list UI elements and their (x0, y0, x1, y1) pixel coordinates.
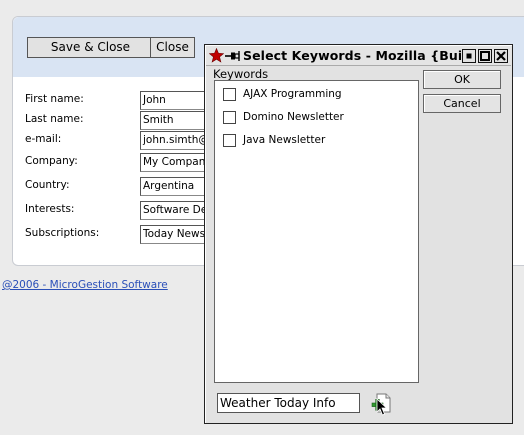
dialog-title: Select Keywords - Mozilla {Build ID: (243, 48, 461, 63)
pin-icon[interactable] (225, 50, 241, 62)
last-name-label: Last name: (25, 113, 84, 125)
keyword-label: AJAX Programming (243, 88, 342, 100)
keyword-checkbox[interactable] (223, 111, 236, 124)
keywords-label: Keywords (213, 67, 269, 81)
select-keywords-dialog: Select Keywords - Mozilla {Build ID: Key… (204, 44, 513, 424)
company-label: Company: (25, 155, 78, 167)
close-window-button[interactable] (494, 49, 508, 63)
copyright-link[interactable]: @2006 - MicroGestion Software (2, 279, 168, 291)
keyword-checkbox[interactable] (223, 88, 236, 101)
keyword-label: Domino Newsletter (243, 111, 344, 123)
dialog-titlebar[interactable]: Select Keywords - Mozilla {Build ID: (206, 46, 511, 66)
star-icon (209, 48, 224, 63)
close-button[interactable]: Close (150, 37, 195, 58)
country-label: Country: (25, 179, 70, 191)
cancel-button[interactable]: Cancel (423, 94, 501, 113)
first-name-label: First name: (25, 93, 84, 105)
subscriptions-label: Subscriptions: (25, 227, 100, 239)
keyword-checkbox[interactable] (223, 134, 236, 147)
close-icon (496, 51, 506, 61)
save-close-button[interactable]: Save & Close (27, 37, 154, 58)
interests-label: Interests: (25, 203, 75, 215)
mouse-cursor-icon (376, 398, 388, 416)
new-keyword-input[interactable]: Weather Today Info (217, 393, 360, 413)
keywords-list: AJAX Programming Domino Newsletter Java … (214, 80, 419, 383)
maximize-icon (480, 51, 490, 61)
maximize-button[interactable] (478, 49, 492, 63)
minimize-button[interactable] (462, 49, 476, 63)
keyword-label: Java Newsletter (243, 134, 326, 146)
minimize-icon (466, 53, 472, 59)
email-label: e-mail: (25, 133, 62, 145)
ok-button[interactable]: OK (423, 70, 501, 89)
